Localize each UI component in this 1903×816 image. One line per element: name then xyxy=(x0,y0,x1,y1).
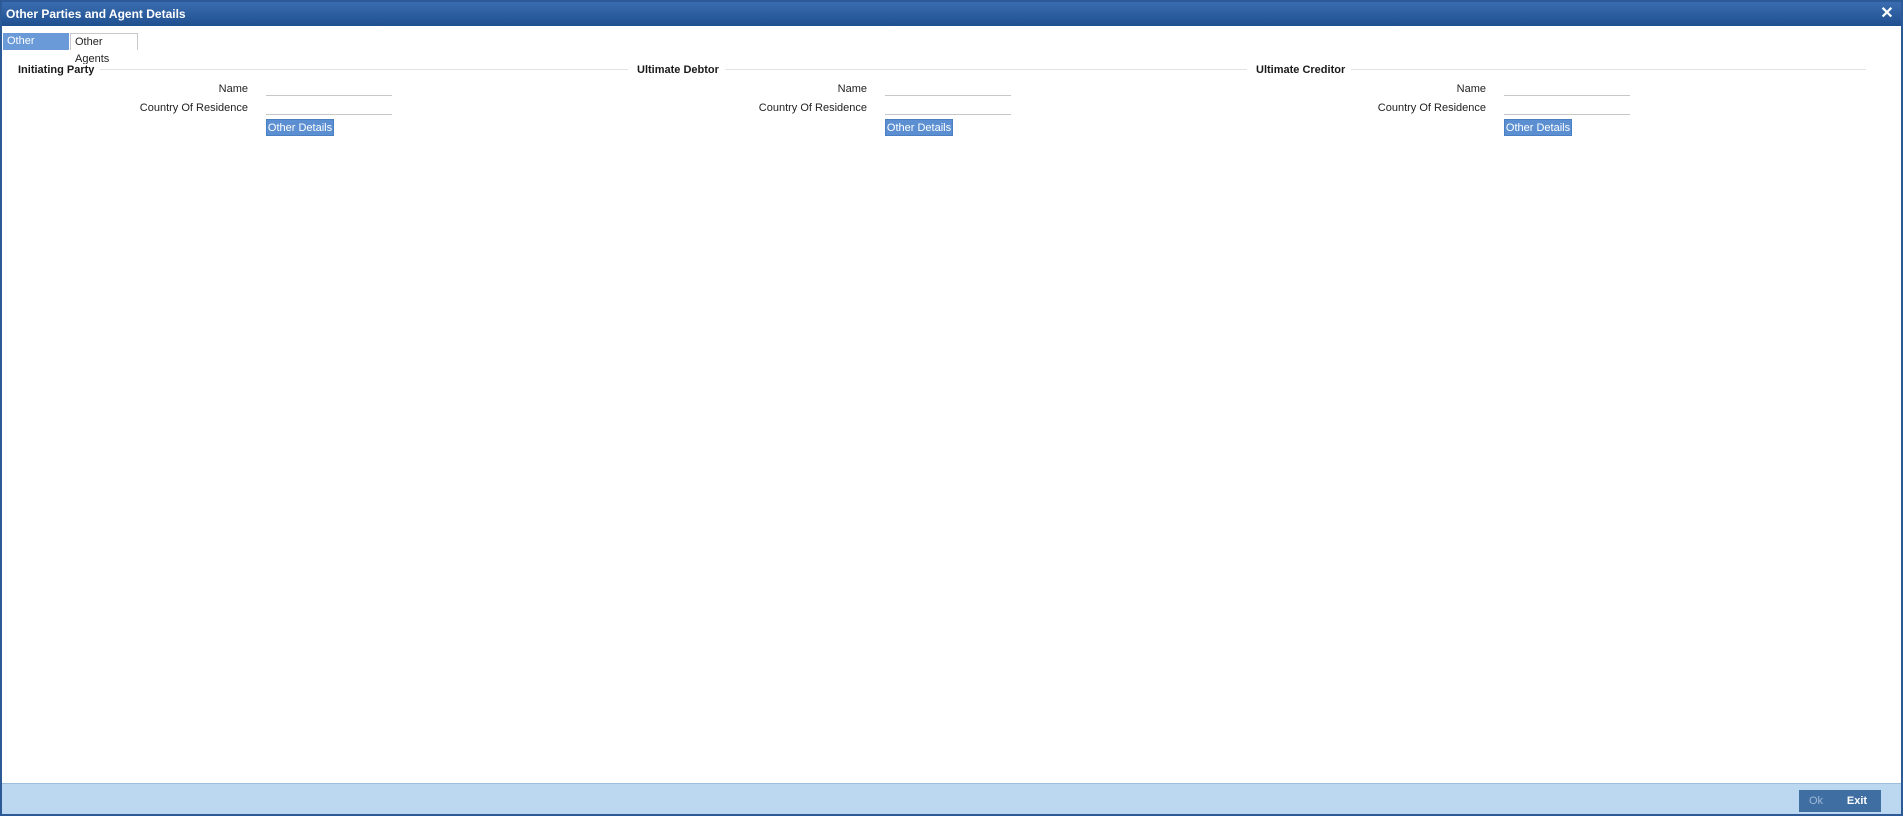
tab-other-parties[interactable]: Other Parties xyxy=(3,33,69,64)
initiating-party-other-details-button[interactable]: Other Details xyxy=(266,119,334,136)
section-heading: Initiating Party xyxy=(18,64,101,76)
name-label: Name xyxy=(218,83,248,95)
section-ultimate-creditor: Ultimate Creditor Name Country Of Reside… xyxy=(1256,64,1866,144)
tab-other-agents[interactable]: Other Agents xyxy=(70,33,138,65)
initiating-party-country-input[interactable] xyxy=(266,100,392,115)
exit-button[interactable]: Exit xyxy=(1833,790,1881,812)
ultimate-debtor-country-input[interactable] xyxy=(885,100,1011,115)
close-icon[interactable]: ✕ xyxy=(1879,2,1895,26)
section-divider xyxy=(18,69,628,70)
ultimate-debtor-name-input[interactable] xyxy=(885,81,1011,96)
section-initiating-party: Initiating Party Name Country Of Residen… xyxy=(18,64,628,144)
section-ultimate-debtor: Ultimate Debtor Name Country Of Residenc… xyxy=(637,64,1247,144)
country-label: Country Of Residence xyxy=(1377,102,1486,114)
name-label: Name xyxy=(837,83,867,95)
ultimate-creditor-other-details-button[interactable]: Other Details xyxy=(1504,119,1572,136)
dialog-window: Other Parties and Agent Details ✕ Other … xyxy=(0,0,1903,816)
country-label: Country Of Residence xyxy=(139,102,248,114)
window-title: Other Parties and Agent Details xyxy=(6,7,186,21)
ultimate-creditor-country-input[interactable] xyxy=(1504,100,1630,115)
name-label: Name xyxy=(1456,83,1486,95)
ultimate-debtor-other-details-button[interactable]: Other Details xyxy=(885,119,953,136)
footer-bar: Ok Exit xyxy=(2,783,1901,814)
ok-button[interactable]: Ok xyxy=(1799,790,1833,812)
section-heading: Ultimate Debtor xyxy=(637,64,725,76)
section-heading: Ultimate Creditor xyxy=(1256,64,1352,76)
initiating-party-name-input[interactable] xyxy=(266,81,392,96)
title-bar: Other Parties and Agent Details ✕ xyxy=(2,2,1901,26)
country-label: Country Of Residence xyxy=(758,102,867,114)
section-divider xyxy=(637,69,1247,70)
ultimate-creditor-name-input[interactable] xyxy=(1504,81,1630,96)
